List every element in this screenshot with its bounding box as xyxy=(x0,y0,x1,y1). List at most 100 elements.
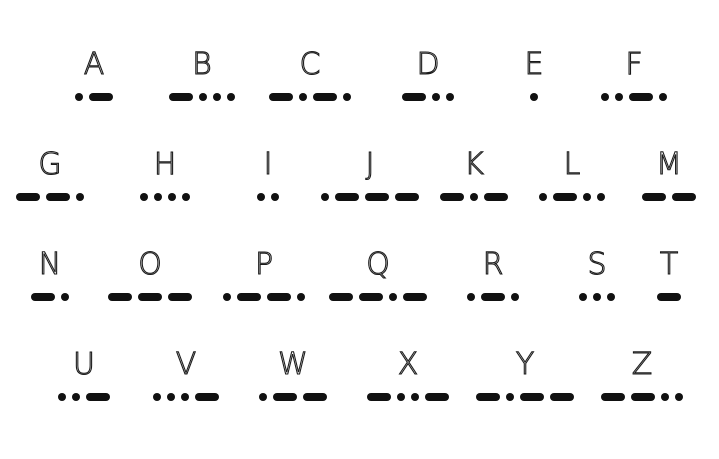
letter-cell-k: K xyxy=(424,145,524,225)
letter-glyph: J xyxy=(365,146,375,182)
morse-dot xyxy=(411,393,419,401)
morse-dot xyxy=(181,393,189,401)
morse-dot xyxy=(675,393,683,401)
morse-dash xyxy=(138,293,162,301)
letter-cell-l: L xyxy=(522,145,622,225)
letter-glyph: X xyxy=(397,346,419,382)
letter-cell-c: C xyxy=(260,45,360,125)
morse-dot xyxy=(397,393,405,401)
morse-dot xyxy=(321,193,329,201)
morse-dash xyxy=(273,393,297,401)
morse-dash xyxy=(86,393,110,401)
morse-dot xyxy=(597,193,605,201)
morse-dot xyxy=(168,193,176,201)
letter-cell-d: D xyxy=(378,45,478,125)
morse-dot xyxy=(75,93,83,101)
morse-dash xyxy=(313,93,337,101)
morse-code xyxy=(475,392,575,402)
morse-dash xyxy=(16,193,40,201)
letter-glyph: W xyxy=(278,346,309,382)
morse-dash xyxy=(359,293,383,301)
morse-dash xyxy=(169,93,193,101)
morse-code xyxy=(619,292,719,302)
morse-dot xyxy=(511,293,519,301)
letter-glyph: P xyxy=(254,246,274,282)
letter-cell-r: R xyxy=(443,245,543,325)
morse-code xyxy=(100,292,200,302)
morse-dot xyxy=(539,193,547,201)
morse-dash xyxy=(672,193,696,201)
morse-dot xyxy=(140,193,148,201)
letter-cell-g: G xyxy=(0,145,100,225)
letter-cell-u: U xyxy=(34,345,134,425)
morse-dash xyxy=(402,93,426,101)
morse-dot xyxy=(297,293,305,301)
morse-code xyxy=(584,92,684,102)
letter-cell-v: V xyxy=(136,345,236,425)
letter-glyph: G xyxy=(38,146,62,182)
morse-code xyxy=(218,192,318,202)
morse-code xyxy=(320,192,420,202)
letter-glyph: O xyxy=(138,246,163,282)
letter-glyph: M xyxy=(655,146,682,182)
letter-cell-f: F xyxy=(584,45,684,125)
morse-dash xyxy=(329,293,353,301)
morse-code xyxy=(0,292,100,302)
morse-dot xyxy=(583,193,591,201)
morse-dash xyxy=(267,293,291,301)
morse-dash xyxy=(425,393,449,401)
morse-dot xyxy=(153,393,161,401)
letter-glyph: R xyxy=(482,246,504,282)
letter-glyph: N xyxy=(38,246,62,282)
morse-code xyxy=(260,92,360,102)
morse-dash xyxy=(195,393,219,401)
morse-dot xyxy=(61,293,69,301)
morse-dot xyxy=(299,93,307,101)
letter-cell-h: H xyxy=(115,145,215,225)
morse-dash xyxy=(46,193,70,201)
letter-cell-a: A xyxy=(44,45,144,125)
morse-dash xyxy=(629,93,653,101)
morse-code xyxy=(214,292,314,302)
letter-cell-w: W xyxy=(243,345,343,425)
morse-dot xyxy=(167,393,175,401)
morse-code xyxy=(136,392,236,402)
morse-dot xyxy=(593,293,601,301)
morse-dash xyxy=(31,293,55,301)
morse-code xyxy=(484,92,584,102)
letter-glyph: V xyxy=(175,346,197,382)
letter-cell-p: P xyxy=(214,245,314,325)
morse-dot xyxy=(257,193,265,201)
morse-code xyxy=(34,392,134,402)
letter-cell-j: J xyxy=(320,145,420,225)
morse-dash xyxy=(335,193,359,201)
morse-dot xyxy=(446,93,454,101)
morse-dot xyxy=(432,93,440,101)
letter-glyph: F xyxy=(625,46,643,82)
morse-dot xyxy=(661,393,669,401)
letter-glyph: E xyxy=(524,46,544,82)
morse-code xyxy=(592,392,692,402)
morse-dash xyxy=(440,193,464,201)
morse-dash xyxy=(642,193,666,201)
morse-code xyxy=(424,192,524,202)
morse-dot xyxy=(58,393,66,401)
morse-dot xyxy=(389,293,397,301)
letter-cell-x: X xyxy=(358,345,458,425)
morse-code xyxy=(152,92,252,102)
morse-dot xyxy=(467,293,475,301)
morse-dash xyxy=(484,193,508,201)
letter-cell-n: N xyxy=(0,245,100,325)
morse-dash xyxy=(553,193,577,201)
morse-code xyxy=(443,292,543,302)
letter-glyph: Y xyxy=(515,346,535,382)
morse-dash xyxy=(476,393,500,401)
letter-cell-b: B xyxy=(152,45,252,125)
letter-glyph: L xyxy=(563,146,581,182)
morse-dot xyxy=(615,93,623,101)
morse-dot xyxy=(601,93,609,101)
morse-code xyxy=(243,392,343,402)
morse-dot xyxy=(182,193,190,201)
morse-dash xyxy=(481,293,505,301)
morse-dot xyxy=(199,93,207,101)
